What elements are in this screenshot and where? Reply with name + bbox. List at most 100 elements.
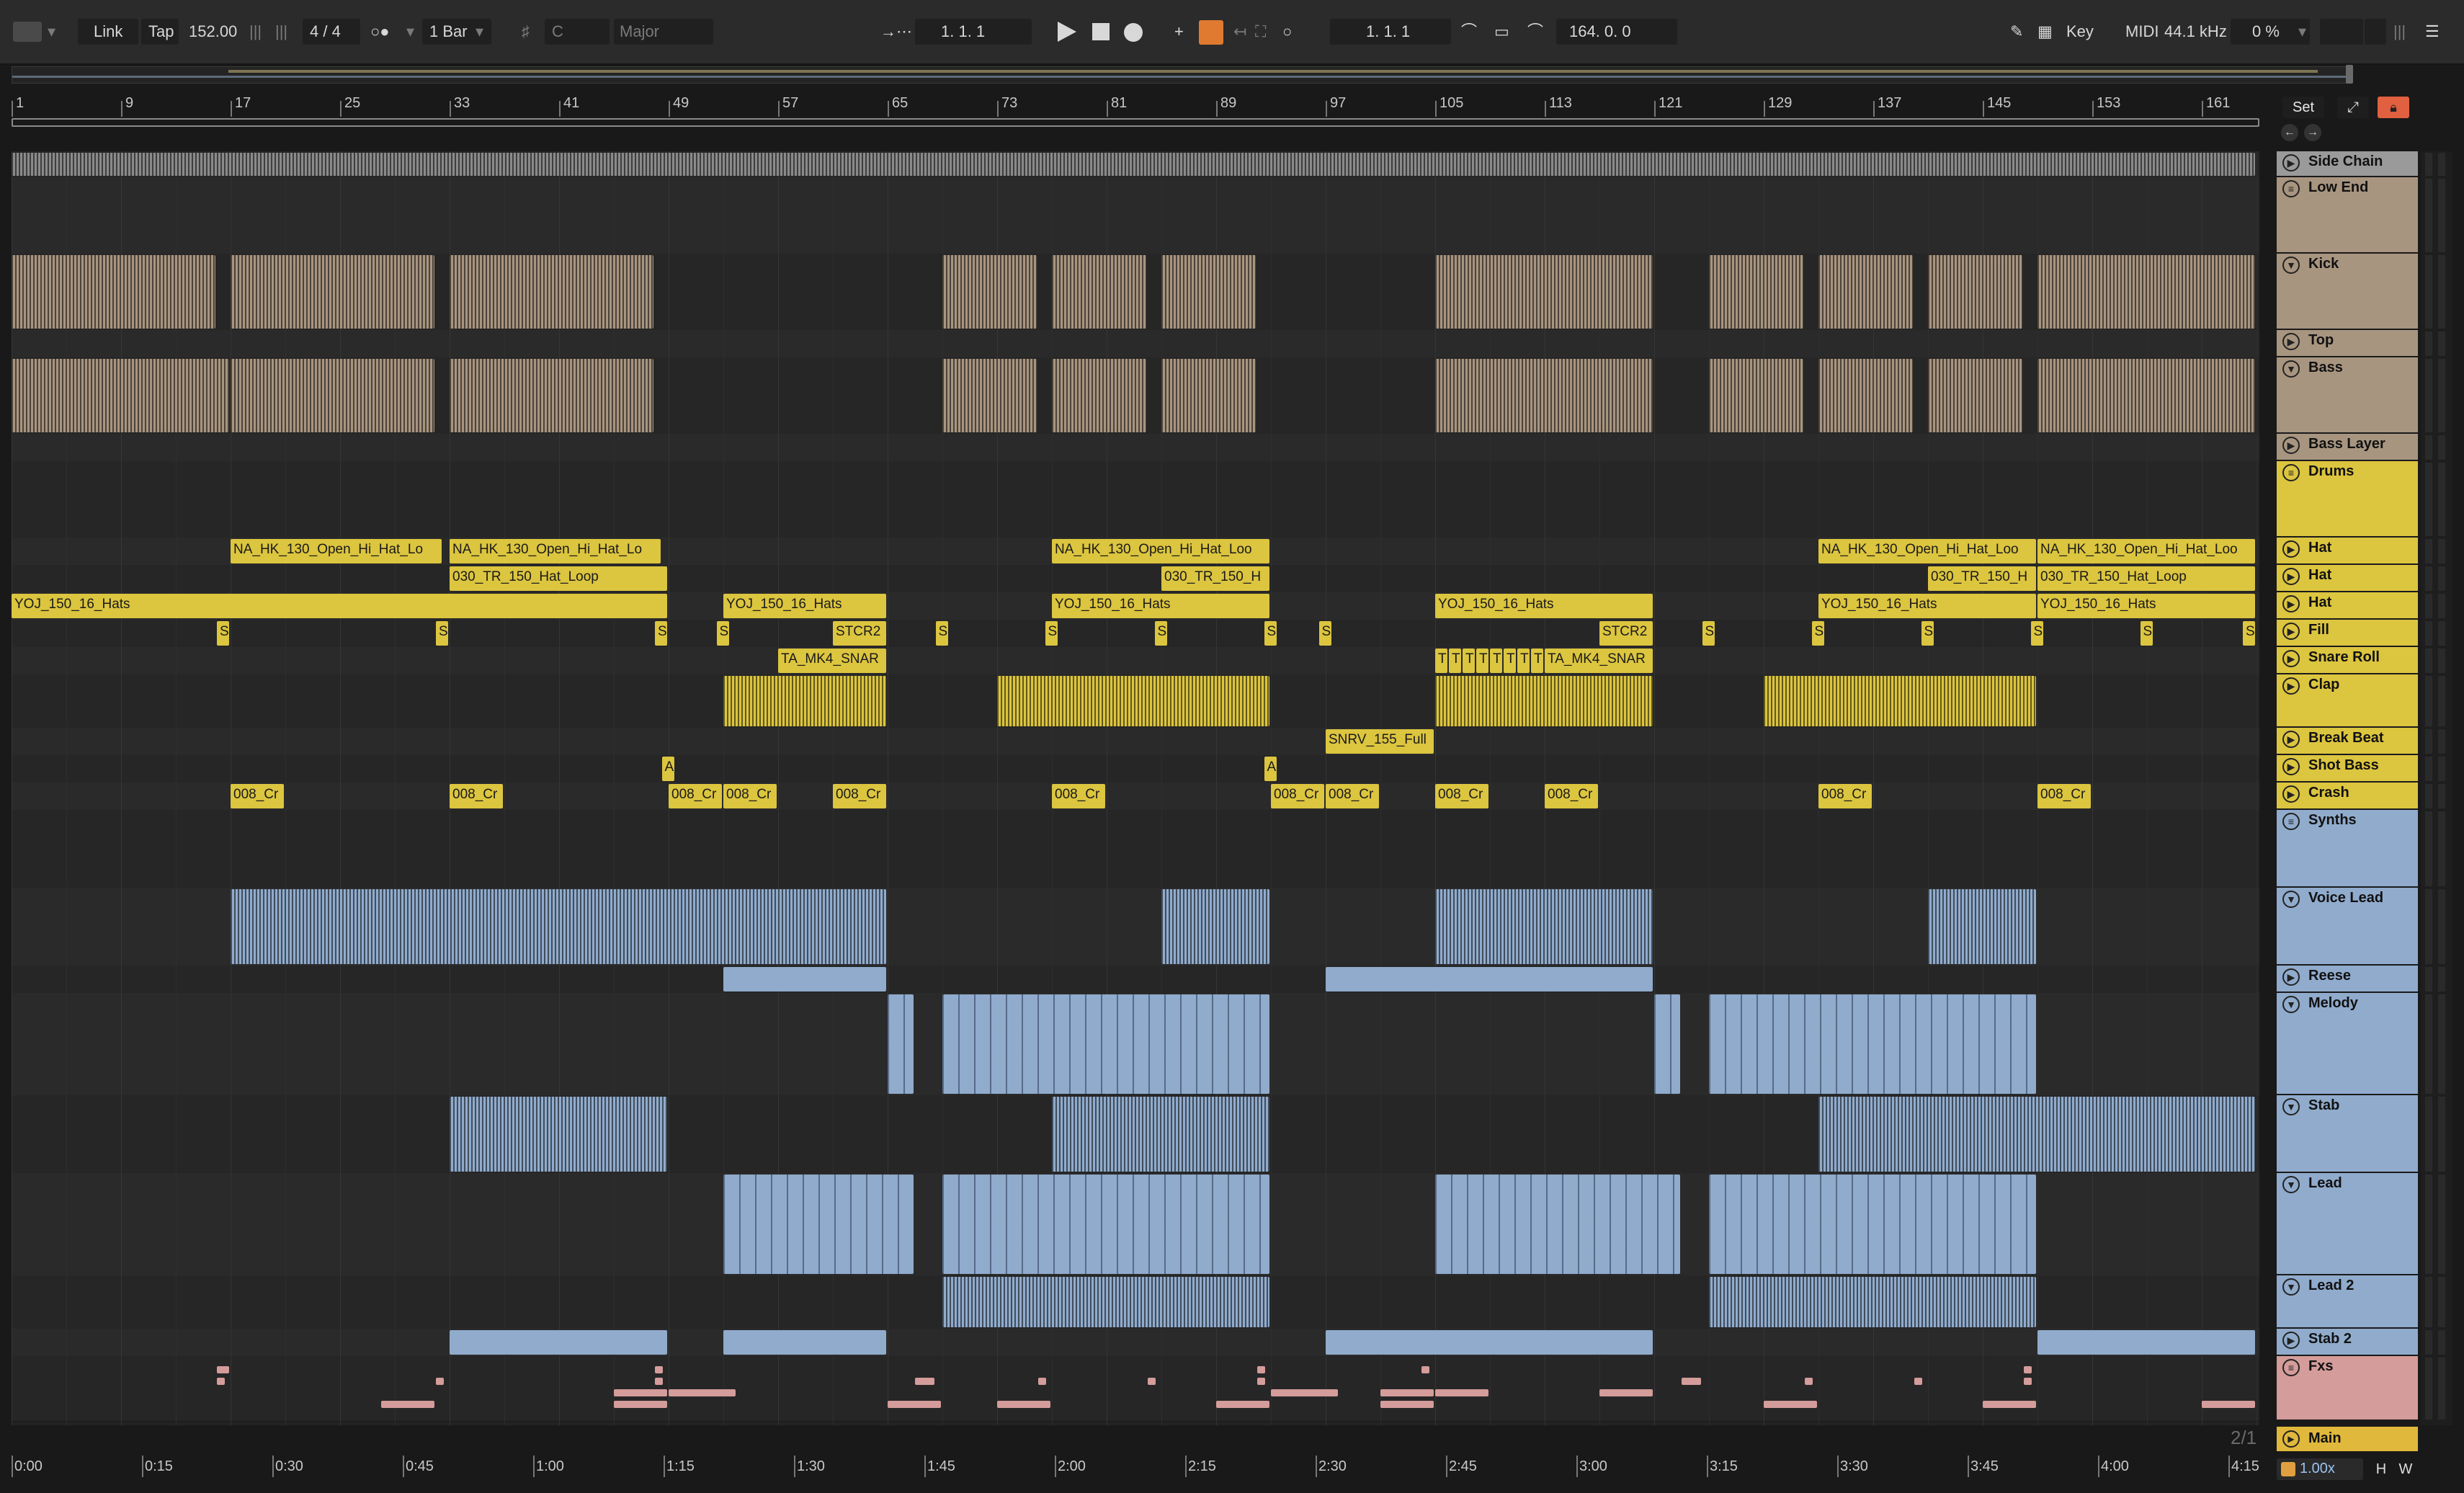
fx-clip[interactable] xyxy=(1285,1389,1338,1396)
clip[interactable] xyxy=(1818,359,1913,432)
clip[interactable]: A xyxy=(661,757,674,781)
fx-clip[interactable] xyxy=(217,1366,229,1373)
menu-icon[interactable]: ☰ xyxy=(2425,19,2440,45)
clip[interactable]: NA_HK_130_Open_Hi_Hat_Lo xyxy=(450,539,661,563)
clip[interactable]: T xyxy=(1504,649,1516,673)
clip[interactable]: 030_TR_150_Hat_Loop xyxy=(2037,566,2255,591)
clip[interactable]: YOJ_150_16_Hats xyxy=(1435,594,1653,618)
nav-forward-icon[interactable]: → xyxy=(2304,124,2321,141)
fx-clip[interactable] xyxy=(1380,1401,1434,1408)
clip[interactable] xyxy=(1709,1277,2036,1327)
clip[interactable]: T xyxy=(1463,649,1475,673)
track-header[interactable]: ▶ Hat xyxy=(2277,592,2418,620)
fx-clip[interactable] xyxy=(1038,1378,1047,1385)
tempo-field[interactable]: 152.00 xyxy=(189,19,237,45)
fx-clip[interactable] xyxy=(1599,1389,1653,1396)
track-play-icon[interactable]: ▶ xyxy=(2282,677,2300,695)
view-toggle-icon[interactable] xyxy=(13,22,42,42)
clip[interactable]: T xyxy=(1531,649,1543,673)
fx-clip[interactable] xyxy=(682,1389,736,1396)
fx-clip[interactable] xyxy=(1435,1389,1488,1396)
fx-clip[interactable] xyxy=(1914,1378,1923,1385)
clip[interactable] xyxy=(450,1097,667,1172)
track-header[interactable]: ▶ Fill xyxy=(2277,620,2418,647)
clip[interactable]: 030_TR_150_H xyxy=(1161,566,1269,591)
clip[interactable] xyxy=(1435,676,1653,726)
fx-clip[interactable] xyxy=(2024,1366,2032,1373)
zoom-readout[interactable]: 1.00x xyxy=(2277,1458,2363,1480)
clip[interactable] xyxy=(942,1175,1269,1274)
clip[interactable]: S xyxy=(1318,621,1331,646)
track-header[interactable]: ▼ Kick xyxy=(2277,254,2418,330)
track-header[interactable]: ≡ Low End xyxy=(2277,177,2418,254)
clip[interactable]: YOJ_150_16_Hats xyxy=(2037,594,2255,618)
beat-time-ruler[interactable]: 1 9 17 25 33 41 49 57 65 73 81 89 97 105 113 121 129 137 1… xyxy=(12,95,2259,117)
clip[interactable]: A xyxy=(1264,757,1277,781)
clip[interactable]: NA_HK_130_Open_Hi_Hat_Loo xyxy=(1818,539,2036,563)
session-record-icon[interactable]: ○ xyxy=(1282,19,1292,45)
view-chevron-icon[interactable]: ▾ xyxy=(48,19,55,45)
clip[interactable]: 008_Cr xyxy=(1818,784,1872,808)
fx-clip[interactable] xyxy=(1682,1378,1701,1385)
clip[interactable] xyxy=(723,1330,886,1355)
clip[interactable]: STCR2 xyxy=(1599,621,1653,646)
clip[interactable]: S xyxy=(716,621,729,646)
clip[interactable] xyxy=(942,359,1037,432)
fx-clip[interactable] xyxy=(915,1378,934,1385)
track-header[interactable]: ▶ Hat xyxy=(2277,538,2418,565)
clip[interactable] xyxy=(1764,676,2036,726)
clip[interactable]: 008_Cr xyxy=(450,784,503,808)
clip[interactable] xyxy=(1928,255,2022,329)
track-header[interactable]: ▼ Stab xyxy=(2277,1095,2418,1173)
fx-clip[interactable] xyxy=(1257,1378,1266,1385)
clip[interactable]: 008_Cr xyxy=(1271,784,1324,808)
clip[interactable] xyxy=(231,255,434,329)
scale-mode-icon[interactable]: ♯ xyxy=(522,19,530,45)
fx-clip[interactable] xyxy=(655,1366,664,1373)
play-icon[interactable] xyxy=(1058,22,1076,42)
time-ruler[interactable]: 0:00 0:15 0:30 0:45 1:00 1:15 1:30 1:45 2:00 2:15… xyxy=(12,1456,2259,1484)
clip[interactable] xyxy=(723,1175,914,1274)
clip[interactable] xyxy=(723,676,886,726)
clip[interactable] xyxy=(1709,255,1803,329)
clip[interactable]: T xyxy=(1476,649,1488,673)
track-play-icon[interactable]: ▶ xyxy=(2282,1332,2300,1349)
clip[interactable] xyxy=(1435,359,1653,432)
clip[interactable] xyxy=(2037,359,2255,432)
track-collapse-icon[interactable]: ▼ xyxy=(2282,257,2300,274)
expand-icon[interactable]: ⤢ xyxy=(2337,97,2369,118)
track-header[interactable]: ≡ Drums xyxy=(2277,461,2418,538)
clip[interactable]: S xyxy=(2140,621,2153,646)
track-collapse-icon[interactable]: ▼ xyxy=(2282,996,2300,1013)
clip[interactable]: S xyxy=(2243,621,2255,646)
clip[interactable] xyxy=(942,994,1269,1094)
punch-out-icon[interactable]: ⌒ xyxy=(1527,19,1543,45)
clip[interactable] xyxy=(450,1330,667,1355)
clip[interactable]: YOJ_150_16_Hats xyxy=(1818,594,2036,618)
clip[interactable]: S xyxy=(1045,621,1058,646)
clip[interactable]: 008_Cr xyxy=(1052,784,1105,808)
clip[interactable]: NA_HK_130_Open_Hi_Hat_Loo xyxy=(2037,539,2255,563)
clip[interactable] xyxy=(1161,255,1256,329)
track-play-icon[interactable]: ▶ xyxy=(2282,968,2300,986)
fx-clip[interactable] xyxy=(1983,1401,2036,1408)
track-collapse-icon[interactable]: ▼ xyxy=(2282,360,2300,378)
fx-clip[interactable] xyxy=(888,1401,941,1408)
clip[interactable] xyxy=(1435,889,1653,964)
track-header[interactable]: ▼ Bass xyxy=(2277,357,2418,434)
clip[interactable] xyxy=(1161,889,1269,964)
clip[interactable] xyxy=(1818,255,1913,329)
clip[interactable]: 030_TR_150_H xyxy=(1928,566,2036,591)
clip[interactable]: S xyxy=(1811,621,1824,646)
fx-clip[interactable] xyxy=(614,1389,667,1396)
fx-clip[interactable] xyxy=(381,1401,434,1408)
loop-switch-icon[interactable]: ▭ xyxy=(1494,19,1509,45)
clip[interactable]: S xyxy=(1921,621,1934,646)
track-header[interactable]: ▼ Voice Lead xyxy=(2277,888,2418,966)
track-collapse-icon[interactable]: ▼ xyxy=(2282,891,2300,908)
group-track-icon[interactable]: ≡ xyxy=(2282,1359,2300,1376)
track-header[interactable]: ▶ Snare Roll xyxy=(2277,647,2418,674)
clip[interactable]: 008_Cr xyxy=(669,784,722,808)
track-play-icon[interactable]: ▶ xyxy=(2282,437,2300,454)
clip[interactable] xyxy=(450,359,653,432)
